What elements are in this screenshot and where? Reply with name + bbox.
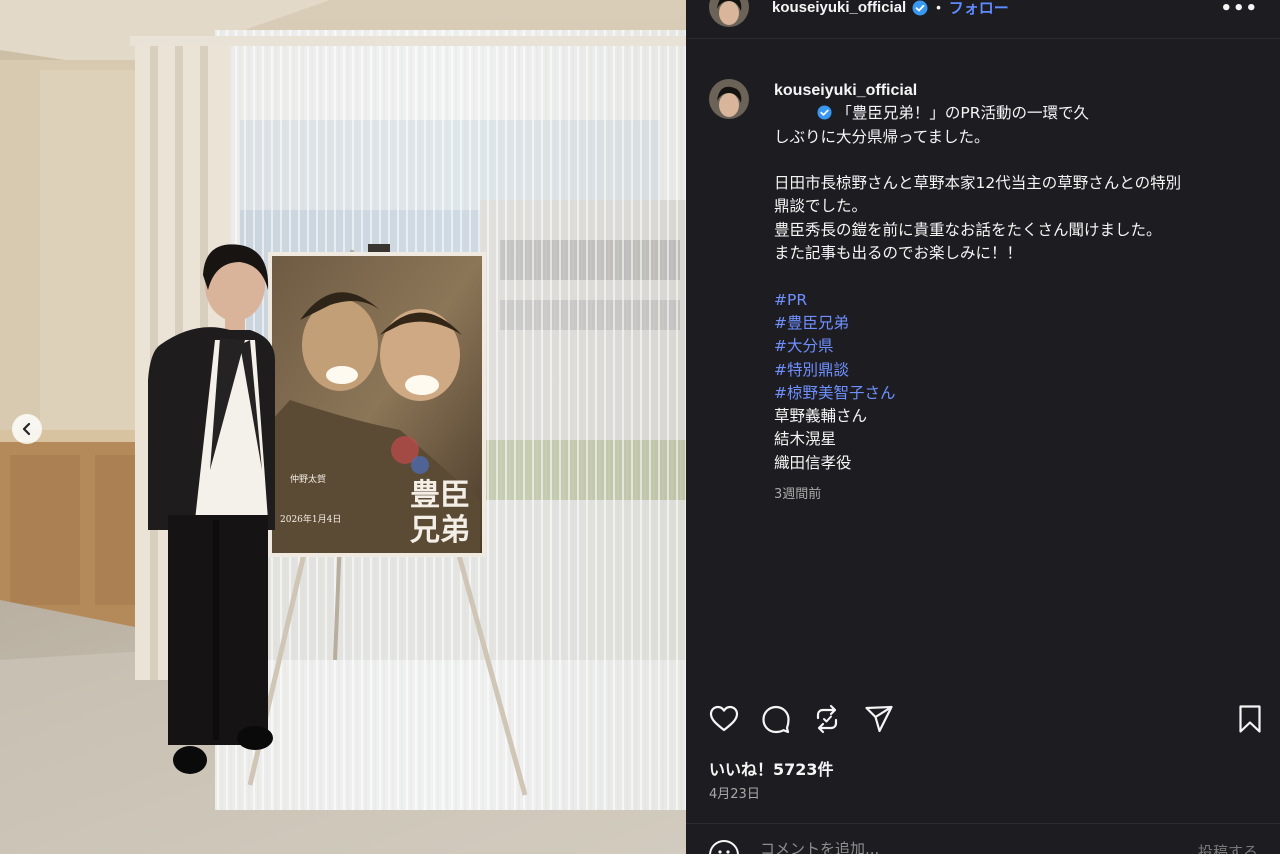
- follow-button[interactable]: フォロー: [949, 0, 1009, 18]
- photo-scene: 豊臣 兄弟 仲野太賀 2026年1月4日: [0, 0, 686, 854]
- header-divider: [686, 38, 1280, 39]
- like-button[interactable]: [708, 703, 740, 735]
- poster-title-line1: 豊臣: [410, 478, 470, 513]
- share-icon: [865, 705, 893, 733]
- caption-line: 織田信孝役: [774, 453, 852, 472]
- comment-row: 投稿する: [686, 834, 1280, 854]
- verified-badge-icon: [817, 105, 832, 120]
- hashtag-link[interactable]: #PR: [774, 289, 1269, 312]
- emoji-icon: [718, 850, 730, 854]
- action-bar: [686, 700, 1280, 740]
- hashtag-link[interactable]: #特別鼎談: [774, 359, 1269, 382]
- emoji-button[interactable]: [709, 840, 739, 854]
- caption-line: 鼎談でした。: [774, 197, 868, 216]
- repost-icon: [816, 704, 838, 734]
- header-user-row: kouseiyuki_official • フォロー: [772, 0, 1009, 18]
- carousel-prev-button[interactable]: [12, 414, 42, 444]
- comment-divider: [686, 823, 1280, 824]
- save-button[interactable]: [1234, 703, 1266, 735]
- caption-line: [774, 265, 1269, 288]
- post-date[interactable]: 4月23日: [709, 783, 760, 802]
- comment-input[interactable]: [760, 840, 1160, 854]
- caption-text: kouseiyuki_official 「豊臣兄弟！」のPR活動の一環で久 しぶ…: [774, 79, 1269, 506]
- caption-avatar[interactable]: [709, 79, 749, 119]
- caption-line: 「豊臣兄弟！」のPR活動の一環で久: [836, 104, 1090, 123]
- heart-icon: [709, 705, 739, 732]
- share-button[interactable]: [863, 703, 895, 735]
- hashtag-link[interactable]: #豊臣兄弟: [774, 312, 1269, 335]
- post-side-panel: kouseiyuki_official • フォロー ••• kouseiyuk…: [686, 0, 1280, 854]
- hashtag-link[interactable]: #大分県: [774, 335, 1269, 358]
- chevron-left-icon: [22, 422, 31, 436]
- avatar-image: [709, 0, 749, 27]
- avatar[interactable]: [709, 0, 749, 27]
- poster-cast: 仲野太賀: [290, 473, 326, 485]
- poster-release: 2026年1月4日: [280, 513, 341, 525]
- header-username[interactable]: kouseiyuki_official: [772, 0, 906, 16]
- caption-username[interactable]: kouseiyuki_official: [774, 82, 917, 99]
- poster-title-line2: 兄弟: [410, 513, 470, 548]
- caption-line: しぶりに大分県帰ってました。: [774, 127, 990, 146]
- caption-line: 豊臣秀長の鎧を前に貴重なお話をたくさん聞けました。: [774, 220, 1162, 239]
- like-count[interactable]: いいね！5723件: [709, 756, 834, 780]
- verified-badge-icon: [912, 0, 928, 15]
- caption-line: 日田市長椋野さんと草野本家12代当主の草野さんとの特別: [774, 174, 1182, 193]
- repost-button[interactable]: [811, 703, 843, 735]
- caption-line: 結木滉星: [774, 430, 837, 449]
- caption-line: 草野義輔さん: [774, 407, 868, 426]
- bookmark-icon: [1239, 705, 1261, 733]
- caption-line: また記事も出るのでお楽しみに！！: [774, 244, 1023, 263]
- more-options-button[interactable]: •••: [1220, 0, 1258, 19]
- caption-line: [774, 149, 1269, 172]
- caption-first-line: kouseiyuki_official 「豊臣兄弟！」のPR活動の一環で久: [774, 79, 1269, 126]
- post-photo[interactable]: 豊臣 兄弟 仲野太賀 2026年1月4日: [0, 0, 686, 854]
- avatar-image: [709, 79, 749, 119]
- comment-icon: [762, 705, 790, 734]
- comment-button[interactable]: [760, 703, 792, 735]
- post-header: kouseiyuki_official • フォロー •••: [686, 0, 1280, 28]
- hashtag-link[interactable]: #椋野美智子さん: [774, 382, 1269, 405]
- post-comment-button[interactable]: 投稿する: [1198, 841, 1258, 854]
- separator-dot: •: [936, 0, 941, 15]
- caption-timestamp[interactable]: 3週間前: [774, 483, 1269, 506]
